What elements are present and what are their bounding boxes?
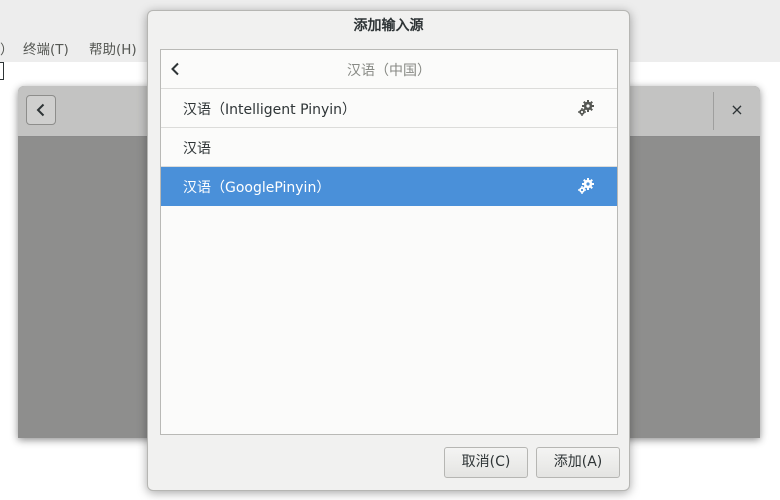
cancel-button[interactable]: 取消(C) — [444, 447, 528, 478]
terminal-cursor — [0, 62, 4, 80]
list-item-intelligent-pinyin[interactable]: 汉语（Intelligent Pinyin） — [161, 89, 617, 128]
list-header-title: 汉语（中国） — [347, 63, 431, 79]
list-header-row[interactable]: 汉语（中国） — [161, 50, 617, 89]
chevron-left-icon — [36, 103, 45, 117]
close-icon[interactable]: × — [726, 99, 748, 121]
list-item-google-pinyin[interactable]: 汉语（GooglePinyin） — [161, 167, 617, 206]
list-item-label: 汉语（GooglePinyin） — [183, 180, 331, 196]
list-item-label: 汉语 — [183, 141, 211, 157]
add-input-source-dialog: 添加输入源 汉语（中国） 汉语（Intelligent Pinyin） 汉语 汉… — [147, 10, 630, 491]
gears-icon — [578, 100, 594, 116]
gears-icon — [578, 178, 594, 194]
settings-back-button[interactable] — [26, 95, 56, 125]
menu-item-help[interactable]: 帮助(H) — [89, 38, 137, 58]
menu-item-terminal[interactable]: 终端(T) — [23, 38, 69, 58]
list-item-chinese[interactable]: 汉语 — [161, 128, 617, 167]
headerbar-separator — [713, 92, 714, 130]
menu-item-fragment[interactable]: ） — [0, 38, 14, 58]
add-button[interactable]: 添加(A) — [536, 447, 620, 478]
input-source-list: 汉语（中国） 汉语（Intelligent Pinyin） 汉语 汉语（Goog… — [160, 49, 618, 435]
list-item-label: 汉语（Intelligent Pinyin） — [183, 102, 357, 118]
dialog-title: 添加输入源 — [353, 18, 424, 34]
